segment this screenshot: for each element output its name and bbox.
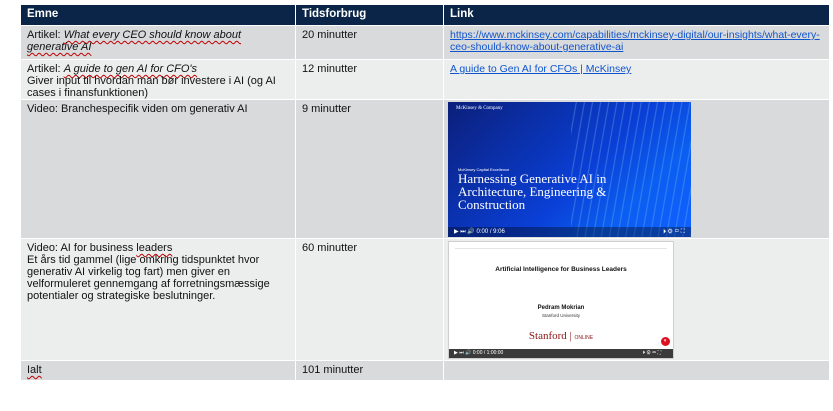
play-icon[interactable]: ▶ ⏭ 🔊 0:00 / 9:06: [454, 227, 505, 237]
article-link[interactable]: A guide to Gen AI for CFOs | McKinsey: [450, 63, 631, 75]
topic-prefix: Artikel:: [27, 29, 64, 41]
link-cell: Artificial Intelligence for Business Lea…: [443, 238, 830, 361]
resource-table: Emne Tidsforbrug Link Artikel: What ever…: [20, 4, 830, 381]
video-title: Artificial Intelligence for Business Lea…: [495, 266, 627, 273]
topic-description: Et års tid gammel (lige omkring tidspunk…: [27, 254, 270, 302]
header-time: Tidsforbrug: [295, 4, 444, 26]
play-icon[interactable]: ▶ ⏭ 🔊 0:00 / 1:00:00: [454, 349, 503, 358]
topic-prefix: Artikel:: [27, 63, 64, 75]
topic-cell: Artikel: What every CEO should know abou…: [20, 25, 296, 60]
video-title: Harnessing Generative AI in Architecture…: [458, 171, 607, 212]
header-link: Link: [443, 4, 830, 26]
video-time: 0:00 / 9:06: [476, 229, 505, 235]
time-cell: 9 minutter: [295, 99, 444, 239]
divider: [455, 248, 667, 249]
table-row: Video: Branchespecifik viden om generati…: [20, 99, 830, 239]
video-thumbnail-mckinsey[interactable]: McKinsey & Company McKinsey Capital Exce…: [448, 102, 691, 237]
video-thumbnail-stanford[interactable]: Artificial Intelligence for Business Lea…: [448, 241, 674, 359]
settings-icons[interactable]: ⏵ ⚙ ▭ ⛶: [643, 349, 661, 358]
table-row: Video: AI for business leaders Et års ti…: [20, 238, 830, 361]
empty-cell: [443, 360, 830, 381]
time-cell: 12 minutter: [295, 59, 444, 100]
topic-cell: Artikel: A guide to gen AI for CFO's Giv…: [20, 59, 296, 100]
topic-cell: Video: Branchespecifik viden om generati…: [20, 99, 296, 239]
table-row: Artikel: What every CEO should know abou…: [20, 25, 830, 60]
channel-logo-icon: ◐: [661, 337, 670, 346]
table-header-row: Emne Tidsforbrug Link: [20, 4, 830, 26]
time-cell: 20 minutter: [295, 25, 444, 60]
settings-icons[interactable]: ⏵ ⚙ ▭ ⛶: [663, 227, 685, 237]
video-time: 0:00 / 1:00:00: [472, 350, 504, 356]
decorative-lines: [571, 102, 691, 237]
stanford-wordmark: Stanford: [528, 330, 567, 342]
online-label: ONLINE: [574, 335, 594, 341]
topic-title: A guide to gen AI for CFO's: [63, 63, 198, 75]
mckinsey-logo: McKinsey & Company: [456, 106, 503, 111]
presenter-affiliation: Stanford University: [541, 313, 580, 318]
table-row: Artikel: A guide to gen AI for CFO's Giv…: [20, 59, 830, 100]
article-link[interactable]: https://www.mckinsey.com/capabilities/mc…: [450, 29, 820, 53]
topic-title: leaders: [136, 242, 173, 254]
link-cell: McKinsey & Company McKinsey Capital Exce…: [443, 99, 830, 239]
topic-prefix: Video: AI for business: [27, 242, 137, 254]
topic-cell: Video: AI for business leaders Et års ti…: [20, 238, 296, 361]
header-topic: Emne: [20, 4, 296, 26]
video-controls[interactable]: ▶ ⏭ 🔊 0:00 / 1:00:00 ⏵ ⚙ ▭ ⛶: [449, 349, 673, 358]
time-cell: 60 minutter: [295, 238, 444, 361]
total-time-cell: 101 minutter: [295, 360, 444, 381]
total-label: Ialt: [27, 364, 42, 376]
video-controls[interactable]: ▶ ⏭ 🔊 0:00 / 9:06 ⏵ ⚙ ▭ ⛶: [448, 227, 691, 237]
link-cell: https://www.mckinsey.com/capabilities/mc…: [443, 25, 830, 60]
topic-description: Giver input til hvordan man bør invester…: [27, 75, 276, 99]
link-cell: A guide to Gen AI for CFOs | McKinsey: [443, 59, 830, 100]
document-page: Emne Tidsforbrug Link Artikel: What ever…: [0, 0, 833, 411]
total-label-cell: Ialt: [20, 360, 296, 381]
stanford-logo: Stanford | ONLINE: [528, 330, 594, 342]
table-row: Ialt 101 minutter: [20, 360, 830, 381]
